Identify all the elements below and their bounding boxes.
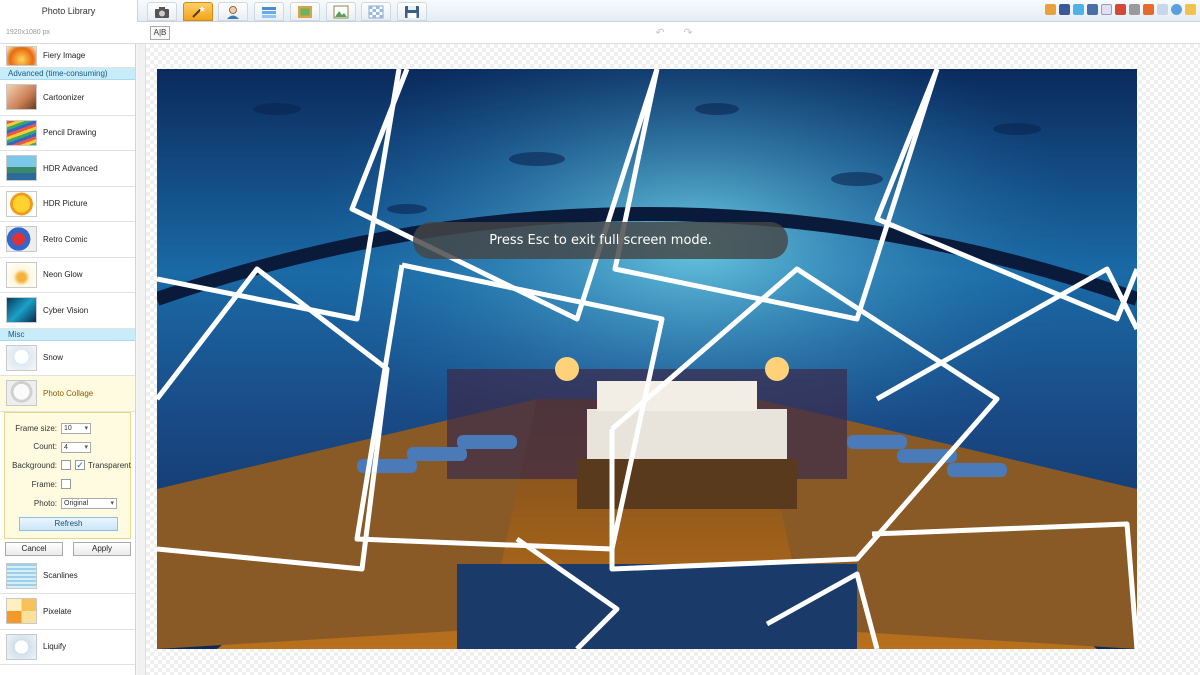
home-icon[interactable] [1045,4,1056,15]
pencil-drawing-thumbnail [6,119,37,146]
effect-item-cyber-vision[interactable]: Cyber Vision [0,293,135,329]
picture-tool-button[interactable] [326,2,356,21]
hdr-picture-thumbnail [6,190,37,217]
frame-icon [298,5,312,18]
delicious-icon[interactable] [1143,4,1154,15]
retro-comic-thumbnail [6,226,37,253]
action-buttons: Cancel Apply [0,539,135,559]
google-plus-icon[interactable] [1115,4,1126,15]
email-icon[interactable] [1185,4,1196,15]
effect-label: HDR Advanced [43,163,98,173]
cyber-vision-thumbnail [6,297,37,324]
effect-label: Pixelate [43,606,72,616]
effect-item-scanlines[interactable]: Scanlines [0,558,135,594]
effect-item-retro-comic[interactable]: Retro Comic [0,222,135,258]
frame-color-swatch[interactable] [61,478,71,489]
effect-label: HDR Picture [43,199,88,209]
effect-label: Fiery Image [43,51,86,60]
section-header-misc: Misc [0,328,135,341]
effect-label: Pencil Drawing [43,128,97,138]
effect-item-neon-glow[interactable]: Neon Glow [0,257,135,293]
apply-button[interactable]: Apply [73,541,131,556]
myspace-icon[interactable] [1129,4,1140,15]
frame-label: Frame: [31,479,57,489]
frame-tool-button[interactable] [290,2,320,21]
effect-item-snow[interactable]: Snow [0,340,135,376]
redo-icon[interactable]: ↷ [681,27,695,39]
top-toolbar: Photo Library [0,0,1200,22]
image-canvas[interactable]: Press Esc to exit full screen mode. [146,44,1200,675]
hdr-advanced-thumbnail [6,155,37,182]
fiery-image-thumbnail [6,45,37,66]
effect-item-fiery-image[interactable]: Fiery Image [0,44,135,68]
stumble-icon[interactable] [1101,4,1112,15]
compare-ab-button[interactable]: A|B [150,26,170,40]
portrait-tool-button[interactable] [218,2,248,21]
effect-item-liquify[interactable]: Liquify [0,629,135,665]
picture-icon [333,5,349,18]
transparency-icon [368,5,384,18]
twitter-icon[interactable] [1073,4,1084,15]
transparent-label: Transparent [88,460,131,470]
background-label: Background: [12,460,57,470]
section-header-advanced: Advanced (time-consuming) [0,68,135,80]
effects-tool-button[interactable] [183,2,213,21]
snow-thumbnail [6,344,37,371]
save-icon [405,5,419,18]
refresh-button[interactable]: Refresh [19,516,118,531]
photo-select[interactable]: Original [61,497,117,509]
save-tool-button[interactable] [397,2,427,21]
facebook-icon[interactable] [1059,4,1070,15]
effect-item-cartoonizer[interactable]: Cartoonizer [0,80,135,116]
share-icons [1045,4,1196,15]
photo-collage-preview [157,69,1137,649]
effect-item-pixelate[interactable]: Pixelate [0,594,135,630]
cancel-button[interactable]: Cancel [5,541,63,556]
photo-library-tab[interactable]: Photo Library [0,0,138,22]
effect-item-photo-collage[interactable]: Photo Collage [0,376,135,412]
camera-tool-button[interactable] [147,2,177,21]
frame-size-select[interactable]: 10 [61,422,91,434]
background-color-swatch[interactable] [61,459,71,470]
effect-item-hdr-advanced[interactable]: HDR Advanced [0,151,135,187]
effect-label: Scanlines [43,571,78,581]
camera-icon [155,6,169,18]
layers-tool-button[interactable] [254,2,284,21]
photo-collage-thumbnail [6,380,37,407]
liquify-thumbnail [6,633,37,660]
help-icon[interactable] [1171,4,1182,15]
effect-label: Photo Collage [43,388,94,398]
effect-label: Cartoonizer [43,92,85,102]
neon-glow-thumbnail [6,261,37,288]
scanlines-thumbnail [6,562,37,589]
effect-label: Liquify [43,642,67,652]
image-size-label: 1920x1080 px [6,29,50,36]
sidebar-splitter[interactable] [137,44,146,675]
effects-sidebar: Fiery Image Advanced (time-consuming) Ca… [0,44,136,675]
frame-size-label: Frame size: [15,423,57,433]
count-label: Count: [33,441,57,451]
layers-icon [262,6,276,18]
cartoonizer-thumbnail [6,84,37,111]
undo-icon[interactable]: ↶ [653,27,667,39]
magic-wand-icon [192,5,205,18]
transparency-tool-button[interactable] [361,2,391,21]
effect-label: Snow [43,353,64,363]
effect-item-pencil-drawing[interactable]: Pencil Drawing [0,115,135,151]
effect-label: Neon Glow [43,270,83,280]
count-select[interactable]: 4 [61,441,91,453]
transparent-checkbox[interactable]: ✓ [75,459,85,470]
person-icon [227,5,239,19]
effect-label: Retro Comic [43,234,88,244]
reddit-icon[interactable] [1157,4,1168,15]
photo-collage-options: Frame size: 10 Count: 4 Background: ✓ Tr… [4,411,131,539]
effect-label: Cyber Vision [43,305,89,315]
sub-toolbar: 1920x1080 px A|B ↶ ↷ [0,22,1200,44]
pixelate-thumbnail [6,598,37,625]
digg-icon[interactable] [1087,4,1098,15]
fullscreen-toast: Press Esc to exit full screen mode. [413,222,788,259]
photo-label: Photo: [33,498,57,508]
effect-item-hdr-picture[interactable]: HDR Picture [0,186,135,222]
